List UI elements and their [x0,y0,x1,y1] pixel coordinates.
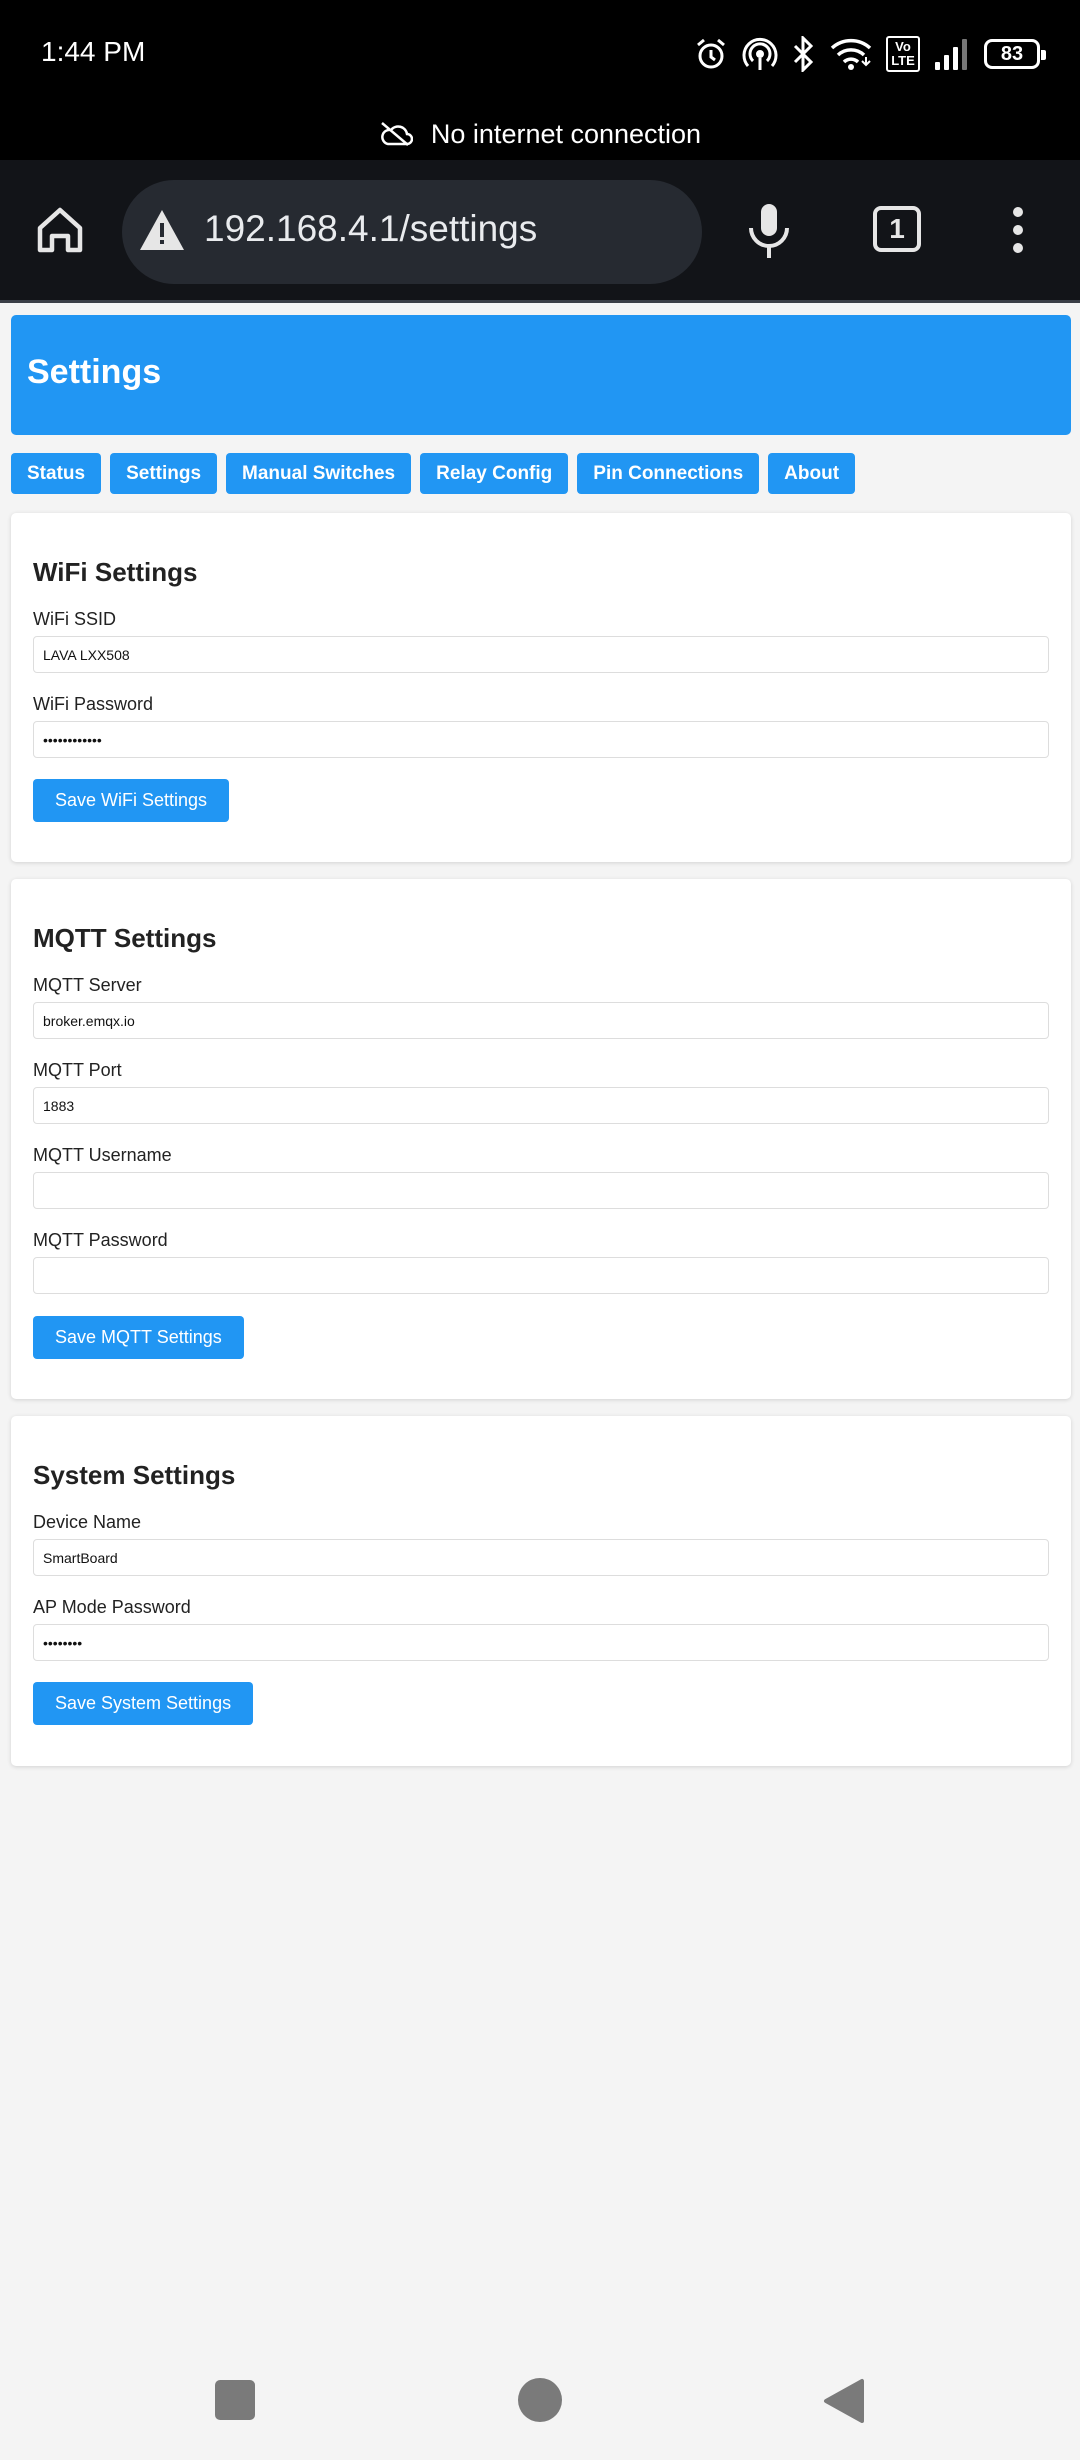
battery-icon: 83 [984,39,1046,69]
more-vert-icon[interactable] [1006,206,1030,254]
nav-pin-connections[interactable]: Pin Connections [577,453,760,494]
mqtt-password-input[interactable] [33,1257,1049,1294]
mqtt-server-label: MQTT Server [33,975,142,995]
cloud-off-icon [381,122,413,146]
page-header: Settings [11,315,1071,435]
nav-settings[interactable]: Settings [110,453,218,494]
back-icon[interactable] [822,2378,864,2424]
browser-toolbar: 192.168.4.1/settings 1 [0,160,1080,303]
home-icon[interactable] [32,202,88,258]
status-icons: Vo LTE 83 [694,34,1046,74]
nav-manual-switches[interactable]: Manual Switches [226,453,412,494]
mqtt-password-label: MQTT Password [33,1230,168,1250]
system-settings-card: System Settings Device Name AP Mode Pass… [11,1416,1071,1766]
offline-text: No internet connection [430,118,702,149]
hotspot-icon [742,37,778,70]
wifi-ssid-label: WiFi SSID [33,609,116,629]
wifi-settings-card: WiFi Settings WiFi SSID WiFi Password Sa… [11,513,1071,862]
mqtt-port-label: MQTT Port [33,1060,122,1080]
tab-count: 1 [889,213,905,244]
status-time: 1:44 PM [41,36,146,67]
volte-line1: Vo [895,39,911,54]
mqtt-settings-title: MQTT Settings [33,923,217,953]
volte-icon: Vo LTE [886,36,920,72]
save-system-button[interactable]: Save System Settings [33,1682,254,1725]
battery-level: 83 [1000,42,1024,65]
system-settings-title: System Settings [33,1460,236,1490]
page-nav: Status Settings Manual Switches Relay Co… [11,453,856,494]
device-name-input[interactable] [33,1539,1049,1576]
mqtt-username-label: MQTT Username [33,1145,172,1165]
mqtt-settings-card: MQTT Settings MQTT Server MQTT Port MQTT… [11,879,1071,1399]
mqtt-server-input[interactable] [33,1002,1049,1039]
volte-line2: LTE [891,53,915,68]
nav-relay-config[interactable]: Relay Config [420,453,569,494]
recents-icon[interactable] [215,2380,255,2420]
offline-banner: No internet connection [0,108,1080,160]
ap-password-input[interactable] [33,1624,1049,1661]
ap-password-label: AP Mode Password [33,1597,191,1617]
save-wifi-button[interactable]: Save WiFi Settings [33,779,230,822]
mic-icon[interactable] [746,202,792,260]
wifi-password-label: WiFi Password [33,694,154,714]
mqtt-username-input[interactable] [33,1172,1049,1209]
tabs-icon[interactable]: 1 [873,206,921,252]
alarm-icon [697,38,725,69]
status-bar: 1:44 PM Vo LTE 83 [0,0,1080,108]
wifi-settings-title: WiFi Settings [33,557,198,587]
system-nav-bar [0,2340,1080,2460]
warning-icon[interactable] [138,208,186,252]
page-title: Settings [27,353,162,391]
wifi-icon [830,38,872,70]
url-text[interactable]: 192.168.4.1/settings [204,208,537,250]
bluetooth-icon [793,36,814,72]
wifi-password-input[interactable] [33,721,1049,758]
nav-status[interactable]: Status [11,453,102,494]
wifi-ssid-input[interactable] [33,636,1049,673]
address-bar[interactable]: 192.168.4.1/settings [122,180,702,284]
signal-icon [935,39,967,70]
home-circle-icon[interactable] [518,2378,562,2422]
save-mqtt-button[interactable]: Save MQTT Settings [33,1316,244,1359]
mqtt-port-input[interactable] [33,1087,1049,1124]
device-name-label: Device Name [33,1512,142,1532]
nav-about[interactable]: About [768,453,856,494]
